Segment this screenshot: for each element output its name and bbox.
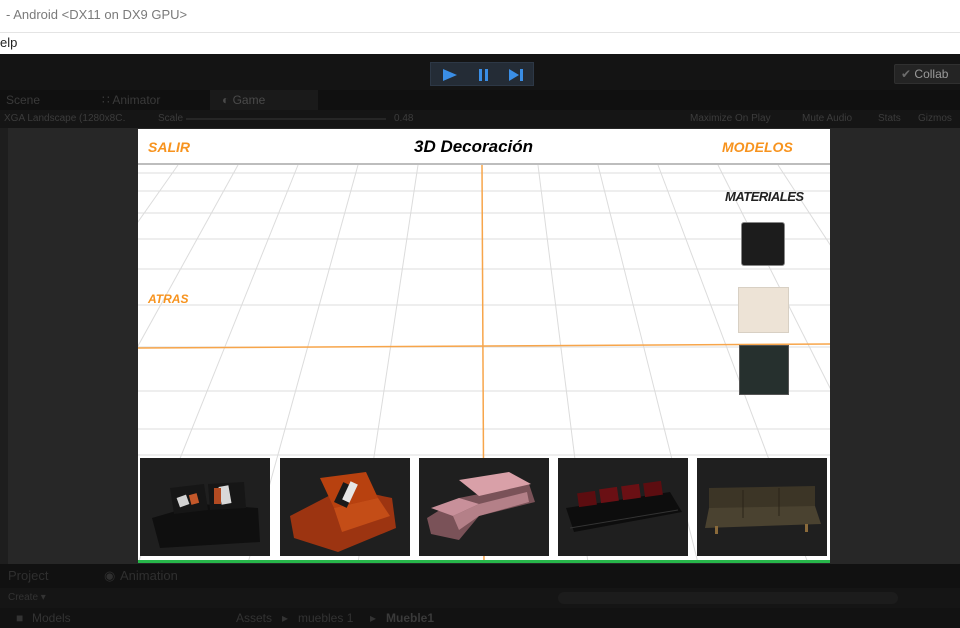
tab-animator-label: Animator: [112, 93, 161, 107]
bottom-accent-line: [138, 560, 830, 563]
project-toolbar: Create ▾: [0, 588, 960, 608]
breadcrumb-muebles[interactable]: muebles 1: [298, 608, 353, 628]
pink-sectional-thumbnail[interactable]: [419, 458, 549, 556]
brown-sofa-thumbnail[interactable]: [697, 458, 827, 556]
maximize-on-play-toggle[interactable]: Maximize On Play: [690, 110, 771, 128]
gizmos-dropdown[interactable]: Gizmos: [918, 110, 952, 128]
pink-sectional-icon: [427, 472, 535, 540]
game-icon: ◐: [222, 93, 230, 107]
check-circle-icon: ✔: [901, 67, 912, 81]
menu-item-help[interactable]: elp: [0, 35, 17, 50]
breadcrumb-mueble1[interactable]: Mueble1: [386, 608, 434, 628]
pause-button[interactable]: [469, 65, 499, 85]
game-canvas: SALIR 3D Decoración MODELOS ATRAS MATERI…: [138, 129, 830, 563]
collab-button[interactable]: ✔ Collab: [894, 64, 960, 84]
tab-project[interactable]: Project: [8, 564, 48, 588]
scale-label: Scale: [158, 113, 184, 124]
app-title: 3D Decoración: [414, 137, 534, 156]
tab-scene[interactable]: Scene: [6, 90, 96, 110]
main-toolbar: ✔ Collab: [0, 54, 960, 90]
orange-armchair-icon: [290, 472, 396, 552]
header-divider: [138, 163, 830, 165]
tab-animation[interactable]: Animation: [120, 564, 178, 588]
editor-tab-row: Scene ∷ Animator ◐ Game: [0, 90, 960, 110]
game-view-toolbar: XGA Landscape (1280x8C․ Scale 0.48 Maxim…: [0, 110, 960, 128]
bottom-tab-row: Project ◉ Animation: [0, 564, 960, 588]
breadcrumb-assets[interactable]: Assets: [236, 608, 272, 628]
step-button[interactable]: [501, 65, 531, 85]
breadcrumb-separator: ▸: [282, 611, 289, 625]
orange-armchair-thumbnail[interactable]: [280, 458, 410, 556]
stats-toggle[interactable]: Stats: [878, 110, 901, 128]
salir-button[interactable]: SALIR: [148, 139, 190, 155]
breadcrumb-separator: ▸: [370, 611, 377, 625]
folder-icon: ■: [16, 611, 24, 625]
materiales-title: MATERIALES: [725, 189, 804, 204]
black-sofa-thumbnail[interactable]: [140, 458, 270, 556]
atras-button[interactable]: ATRAS: [148, 292, 188, 306]
tab-animator[interactable]: ∷ Animator: [102, 90, 202, 110]
menu-bar: elp: [0, 32, 960, 54]
scale-value: 0.48: [394, 113, 414, 124]
scale-slider[interactable]: [186, 118, 386, 120]
play-icon: [443, 69, 457, 81]
tab-scene-label: Scene: [6, 93, 41, 107]
black-material-swatch[interactable]: [741, 222, 785, 266]
black-sofa-icon: [152, 482, 260, 548]
aspect-dropdown[interactable]: XGA Landscape (1280x8C․: [4, 110, 126, 128]
mute-audio-toggle[interactable]: Mute Audio: [802, 110, 852, 128]
red-black-sofa-thumbnail[interactable]: [558, 458, 688, 556]
tab-game[interactable]: ◐ Game: [210, 90, 318, 110]
tab-game-label: Game: [232, 93, 266, 107]
window-title-bar: - Android <DX11 on DX9 GPU>: [0, 0, 960, 32]
create-dropdown[interactable]: Create ▾: [8, 588, 46, 608]
red-black-sofa-icon: [566, 480, 682, 532]
window-title: - Android <DX11 on DX9 GPU>: [6, 7, 188, 22]
animator-icon: ∷: [102, 93, 110, 107]
modelos-button[interactable]: MODELOS: [722, 139, 793, 155]
step-icon: [509, 69, 523, 81]
dark-leather-material-swatch[interactable]: [739, 345, 789, 395]
cream-material-swatch[interactable]: [738, 287, 789, 333]
models-folder[interactable]: Models: [32, 608, 71, 628]
project-browser: ■ Models Assets ▸ muebles 1 ▸ Mueble1: [0, 608, 960, 628]
playback-controls: [430, 62, 534, 86]
collab-label: Collab: [914, 67, 949, 81]
project-search-input[interactable]: [558, 592, 898, 604]
pause-icon: [479, 69, 488, 81]
animation-tab-icon: ◉: [104, 568, 116, 583]
brown-sofa-icon: [705, 486, 821, 534]
play-button[interactable]: [435, 65, 465, 85]
